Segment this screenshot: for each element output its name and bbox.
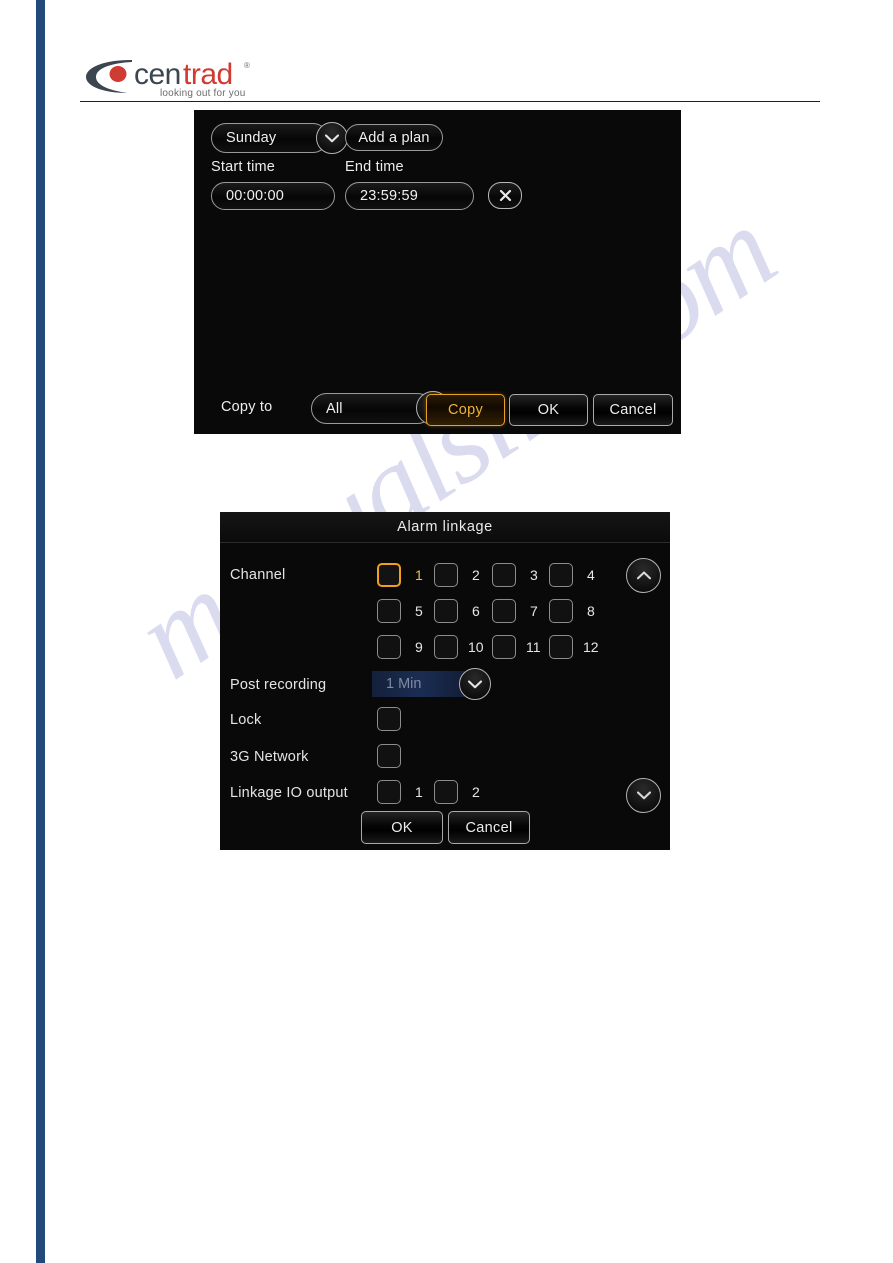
alarm-dialog-title: Alarm linkage	[397, 519, 493, 535]
copy-button[interactable]: Copy	[426, 394, 505, 426]
channel-number-5: 5	[415, 603, 423, 619]
day-select-chevron-down-icon[interactable]	[316, 122, 348, 154]
post-recording-chevron-down-icon[interactable]	[459, 668, 491, 700]
page-canvas: manualslib.com cen trad ® looking out fo…	[0, 0, 893, 1263]
channel-checkbox-9[interactable]	[377, 635, 401, 659]
start-time-input[interactable]: 00:00:00	[211, 182, 335, 210]
channel-number-10: 10	[468, 639, 484, 655]
channel-checkbox-5[interactable]	[377, 599, 401, 623]
lock-label: Lock	[230, 712, 262, 728]
linkage-io-number-2: 2	[472, 784, 480, 800]
channel-checkbox-3[interactable]	[492, 563, 516, 587]
alarm-cancel-button[interactable]: Cancel	[448, 811, 530, 844]
channel-number-1: 1	[415, 567, 423, 583]
alarm-ok-button[interactable]: OK	[361, 811, 443, 844]
add-plan-button[interactable]: Add a plan	[345, 124, 443, 151]
channel-checkbox-8[interactable]	[549, 599, 573, 623]
add-plan-label: Add a plan	[358, 129, 430, 146]
channel-number-6: 6	[472, 603, 480, 619]
page-left-accent-bar	[36, 0, 45, 1263]
svg-text:®: ®	[244, 61, 250, 70]
channel-number-3: 3	[530, 567, 538, 583]
start-time-value: 00:00:00	[226, 188, 285, 204]
start-time-label: Start time	[211, 159, 276, 175]
copy-to-label: Copy to	[221, 399, 273, 415]
svg-text:trad: trad	[183, 58, 233, 91]
channel-checkbox-7[interactable]	[492, 599, 516, 623]
scroll-down-button[interactable]	[626, 778, 661, 813]
linkage-io-number-1: 1	[415, 784, 423, 800]
channel-number-8: 8	[587, 603, 595, 619]
channel-number-2: 2	[472, 567, 480, 583]
channel-checkbox-2[interactable]	[434, 563, 458, 587]
channel-checkbox-11[interactable]	[492, 635, 516, 659]
lock-checkbox[interactable]	[377, 707, 401, 731]
channel-number-12: 12	[583, 639, 599, 655]
brand-logo: cen trad ® looking out for you	[82, 52, 262, 100]
linkage-io-checkbox-2[interactable]	[434, 780, 458, 804]
copy-target-select[interactable]: All	[311, 393, 433, 424]
chevron-down-icon	[636, 791, 651, 800]
alarm-ok-label: OK	[391, 819, 413, 836]
close-icon	[499, 189, 511, 202]
schedule-ok-button[interactable]: OK	[509, 394, 588, 426]
post-recording-label: Post recording	[230, 677, 327, 693]
record-schedule-dialog: Sunday Add a plan Start time End time 00…	[194, 110, 681, 434]
channel-checkbox-10[interactable]	[434, 635, 458, 659]
channel-checkbox-1[interactable]	[377, 563, 401, 587]
copy-button-label: Copy	[447, 402, 484, 418]
copy-target-value: All	[326, 400, 343, 417]
schedule-cancel-label: Cancel	[609, 402, 657, 418]
chevron-down-icon	[325, 133, 339, 142]
scroll-up-button[interactable]	[626, 558, 661, 593]
delete-plan-button[interactable]	[488, 182, 522, 209]
day-select[interactable]: Sunday	[211, 123, 328, 153]
alarm-linkage-dialog: Alarm linkage Channel 1 2 3 4 5 6 7 8 9 …	[220, 512, 670, 850]
channel-label: Channel	[230, 567, 286, 583]
channel-number-9: 9	[415, 639, 423, 655]
channel-number-7: 7	[530, 603, 538, 619]
channel-checkbox-12[interactable]	[549, 635, 573, 659]
centrad-logo-icon: cen trad ® looking out for you	[86, 58, 250, 99]
day-select-value: Sunday	[226, 130, 277, 146]
linkage-io-checkbox-1[interactable]	[377, 780, 401, 804]
channel-checkbox-6[interactable]	[434, 599, 458, 623]
end-time-value: 23:59:59	[360, 188, 419, 204]
alarm-cancel-label: Cancel	[465, 819, 513, 836]
network-checkbox[interactable]	[377, 744, 401, 768]
channel-number-4: 4	[587, 567, 595, 583]
channel-checkbox-4[interactable]	[549, 563, 573, 587]
end-time-label: End time	[345, 159, 404, 175]
linkage-io-label: Linkage IO output	[230, 785, 348, 801]
post-recording-value: 1 Min	[386, 676, 422, 692]
chevron-up-icon	[636, 571, 651, 580]
network-label: 3G Network	[230, 749, 309, 765]
header-divider	[80, 101, 820, 102]
chevron-down-icon	[468, 679, 482, 688]
schedule-ok-label: OK	[537, 402, 560, 418]
svg-text:looking out for you: looking out for you	[160, 88, 246, 99]
channel-number-11: 11	[526, 639, 541, 655]
alarm-dialog-title-bar: Alarm linkage	[220, 512, 670, 543]
svg-text:cen: cen	[134, 58, 181, 91]
schedule-cancel-button[interactable]: Cancel	[593, 394, 673, 426]
end-time-input[interactable]: 23:59:59	[345, 182, 474, 210]
